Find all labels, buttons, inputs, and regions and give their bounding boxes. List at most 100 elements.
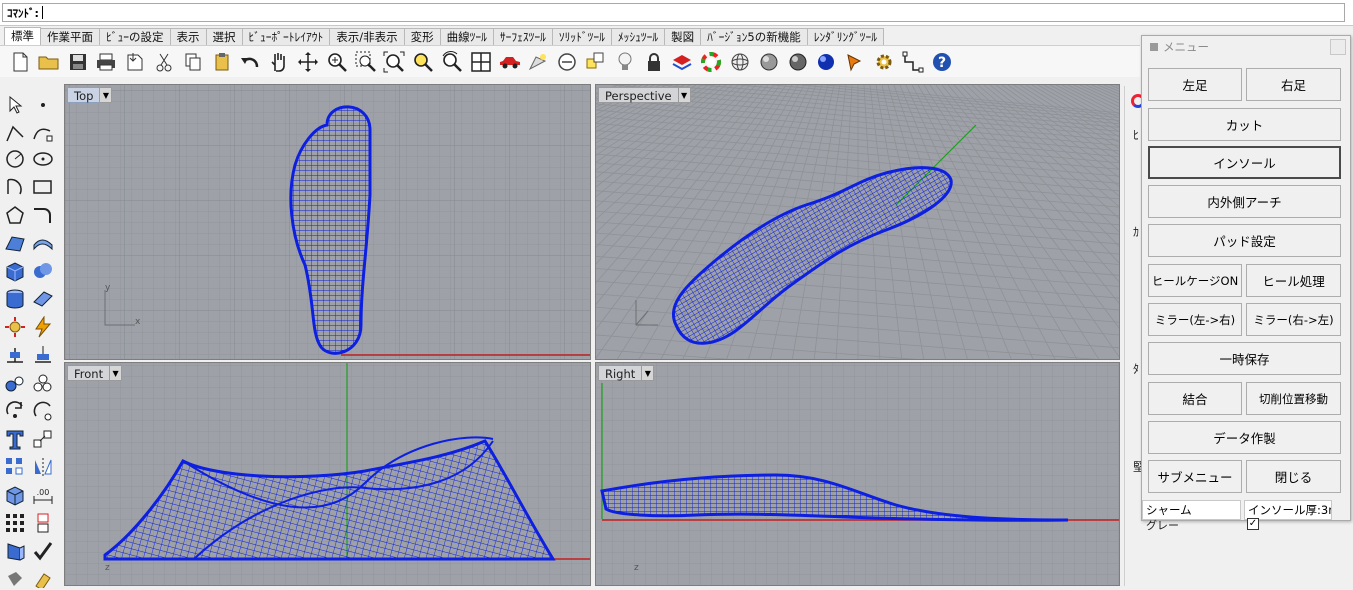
four-viewports-icon[interactable] — [469, 50, 493, 74]
pen-icon[interactable] — [843, 50, 867, 74]
tab-display[interactable]: 表示 — [169, 28, 207, 45]
align-icon[interactable] — [31, 344, 55, 366]
sphere-wire-icon[interactable] — [728, 50, 752, 74]
tab-visibility[interactable]: 表示/非表示 — [329, 28, 405, 45]
viewport-front[interactable]: z Front ▼ — [64, 362, 591, 586]
mirror-right-to-left-button[interactable]: ミラー(右->左) — [1246, 303, 1341, 336]
rotate-view-icon[interactable] — [296, 50, 320, 74]
viewport-right[interactable]: z Right ▼ — [595, 362, 1120, 586]
tab-viewport-layout[interactable]: ﾋﾞｭｰﾎﾟｰﾄﾚｲｱｳﾄ — [241, 28, 331, 45]
tab-new-in-v5[interactable]: ﾊﾞｰｼﾞｮﾝ5の新機能 — [700, 28, 808, 45]
checkbox[interactable]: ✓ — [1247, 518, 1259, 530]
close-icon[interactable] — [1330, 39, 1346, 55]
sphere-shaded-icon[interactable] — [757, 50, 781, 74]
lights-icon[interactable] — [526, 50, 550, 74]
analyze-icon[interactable] — [3, 540, 27, 562]
insole-button[interactable]: インソール — [1148, 146, 1341, 179]
cut-icon[interactable] — [152, 50, 176, 74]
paint-bucket-icon[interactable] — [3, 568, 27, 590]
scatter-objects-icon[interactable] — [31, 372, 55, 394]
lock-icon[interactable] — [642, 50, 666, 74]
left-foot-button[interactable]: 左足 — [1148, 68, 1242, 101]
rectangle-icon[interactable] — [31, 176, 55, 198]
grid-points-icon[interactable] — [3, 512, 27, 534]
array-icon[interactable] — [3, 456, 27, 478]
polygon-icon[interactable] — [3, 204, 27, 226]
chevron-down-icon[interactable]: ▼ — [100, 87, 113, 103]
tab-curve-tools[interactable]: 曲線ﾂｰﾙ — [439, 28, 494, 45]
rotate-3d-icon[interactable] — [31, 400, 55, 422]
undo-icon[interactable] — [238, 50, 262, 74]
color-wheel-icon[interactable] — [699, 50, 723, 74]
gear-icon[interactable] — [872, 50, 896, 74]
print-icon[interactable] — [94, 50, 118, 74]
viewport-name-perspective[interactable]: Perspective — [598, 87, 679, 103]
ellipse-icon[interactable] — [31, 148, 55, 170]
heel-process-button[interactable]: ヒール処理 — [1246, 264, 1341, 297]
heel-cage-button[interactable]: ヒールケージON — [1148, 264, 1242, 297]
lightning-icon[interactable] — [31, 316, 55, 338]
surface-corner-icon[interactable] — [3, 232, 27, 254]
move-icon[interactable] — [3, 344, 27, 366]
chevron-down-icon[interactable]: ▼ — [110, 365, 123, 381]
new-file-icon[interactable] — [8, 50, 32, 74]
save-icon[interactable] — [66, 50, 90, 74]
highlighter-icon[interactable] — [31, 568, 55, 590]
select-arrow-icon[interactable] — [3, 94, 27, 116]
snap-icon[interactable] — [555, 50, 579, 74]
extrude-icon[interactable] — [3, 484, 27, 506]
import-icon[interactable] — [123, 50, 147, 74]
explode-icon[interactable] — [3, 316, 27, 338]
point-tool-icon[interactable] — [31, 94, 55, 116]
planar-surface-icon[interactable] — [31, 288, 55, 310]
circle-icon[interactable] — [3, 148, 27, 170]
arc-icon[interactable] — [3, 176, 27, 198]
group-icon[interactable] — [3, 372, 27, 394]
zoom-selected-icon[interactable] — [411, 50, 435, 74]
command-input[interactable]: ｺﾏﾝﾄﾞ: — [2, 3, 1345, 22]
menu-titlebar[interactable]: メニュー — [1142, 36, 1350, 58]
viewport-perspective[interactable]: Perspective ▼ — [595, 84, 1120, 360]
paste-icon[interactable] — [210, 50, 234, 74]
split-icon[interactable] — [31, 512, 55, 534]
mirror-left-to-right-button[interactable]: ミラー(左->右) — [1148, 303, 1242, 336]
polyline-icon[interactable] — [3, 122, 27, 144]
tab-mesh-tools[interactable]: ﾒｯｼｭﾂｰﾙ — [610, 28, 666, 45]
tab-select[interactable]: 選択 — [205, 28, 243, 45]
open-folder-icon[interactable] — [37, 50, 61, 74]
pan-hand-icon[interactable] — [267, 50, 291, 74]
boolean-union-icon[interactable] — [31, 260, 55, 282]
zoom-extents-icon[interactable] — [382, 50, 406, 74]
cut-button[interactable]: カット — [1148, 108, 1341, 141]
submenu-button[interactable]: サブメニュー — [1148, 460, 1242, 493]
curve-cv-icon[interactable] — [31, 122, 55, 144]
tab-drafting[interactable]: 製図 — [664, 28, 702, 45]
viewport-name-front[interactable]: Front — [67, 365, 111, 381]
arch-button[interactable]: 内外側アーチ — [1148, 185, 1341, 218]
tab-view-settings[interactable]: ﾋﾞｭｰの設定 — [99, 28, 171, 45]
layer-icon[interactable] — [670, 50, 694, 74]
mirror-icon[interactable] — [31, 456, 55, 478]
tab-surface-tools[interactable]: ｻｰﾌｪｽﾂｰﾙ — [492, 28, 553, 45]
dimension-icon[interactable]: .00 — [31, 484, 55, 506]
tab-transform[interactable]: 変形 — [403, 28, 441, 45]
check-icon[interactable] — [31, 540, 55, 562]
pad-settings-button[interactable]: パッド設定 — [1148, 224, 1341, 257]
viewport-top[interactable]: y x Top ▼ — [64, 84, 591, 360]
copy-icon[interactable] — [181, 50, 205, 74]
close-button[interactable]: 閉じる — [1246, 460, 1341, 493]
tab-cplanes[interactable]: 作業平面 — [40, 28, 100, 45]
data-create-button[interactable]: データ作製 — [1148, 421, 1341, 454]
curve-tool-icon[interactable] — [901, 50, 925, 74]
temp-save-button[interactable]: 一時保存 — [1148, 342, 1341, 375]
cylinder-icon[interactable] — [3, 288, 27, 310]
chevron-down-icon[interactable]: ▼ — [678, 87, 691, 103]
car-render-icon[interactable] — [498, 50, 522, 74]
cut-position-move-button[interactable]: 切削位置移動 — [1246, 382, 1341, 415]
sphere-blue-icon[interactable] — [814, 50, 838, 74]
tab-solid-tools[interactable]: ｿﾘｯﾄﾞﾂｰﾙ — [551, 28, 612, 45]
rotate-icon[interactable] — [3, 400, 27, 422]
zoom-icon[interactable] — [325, 50, 349, 74]
bulb-icon[interactable] — [613, 50, 637, 74]
sphere-rendered-icon[interactable] — [786, 50, 810, 74]
